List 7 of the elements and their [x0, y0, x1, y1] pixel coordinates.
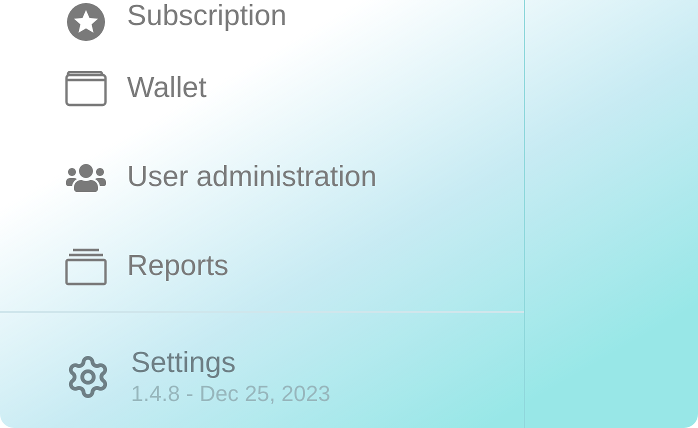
- sidebar-item[interactable]: Subscription: [0, 0, 524, 44]
- stack-icon: [65, 248, 107, 286]
- sidebar-item[interactable]: Reports: [0, 222, 524, 311]
- wallet-icon: [65, 70, 107, 106]
- settings-label: Settings: [131, 346, 237, 380]
- sidebar-item[interactable]: Wallet: [0, 44, 524, 133]
- sidebar-item[interactable]: User administration: [0, 133, 524, 222]
